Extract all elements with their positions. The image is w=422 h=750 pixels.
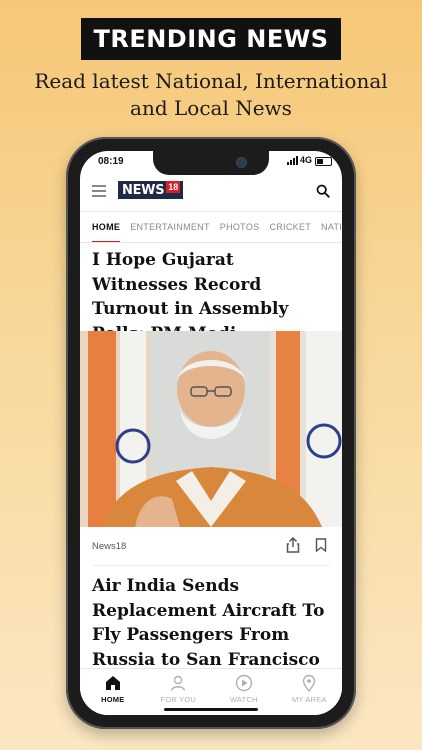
nav-my-area[interactable]: MY AREA (277, 669, 343, 715)
nav-home[interactable]: HOME (80, 669, 146, 715)
trending-news-badge: TRENDING NEWS (81, 18, 341, 60)
category-tabs: HOME ENTERTAINMENT PHOTOS CRICKET NATION (80, 212, 342, 243)
nav-label: FOR YOU (160, 695, 196, 704)
share-icon[interactable] (286, 537, 300, 553)
article-photo[interactable] (80, 331, 342, 527)
battery-icon (315, 157, 332, 166)
article-divider (92, 565, 330, 566)
bookmark-icon[interactable] (315, 538, 327, 552)
subtitle-line-1: Read latest National, International (34, 69, 388, 93)
play-icon (235, 674, 252, 692)
tab-nation[interactable]: NATION (316, 212, 342, 242)
menu-icon[interactable] (92, 185, 106, 197)
phone-notch (153, 151, 269, 175)
logo-number: 18 (166, 181, 181, 193)
phone-frame: 08:19 4G NEWS 18 HOME ENTERTAINMENT PHOT… (66, 137, 356, 729)
location-pin-icon (303, 674, 316, 692)
signal-icon (287, 156, 298, 165)
nav-label: MY AREA (291, 695, 327, 704)
badge-text: TRENDING NEWS (93, 25, 329, 53)
phone-screen: 08:19 4G NEWS 18 HOME ENTERTAINMENT PHOT… (80, 151, 342, 715)
status-time: 08:19 (98, 156, 124, 167)
nav-label: HOME (101, 695, 125, 704)
tab-cricket[interactable]: CRICKET (264, 212, 316, 242)
promo-subtitle: Read latest National, International and … (0, 68, 422, 122)
tab-entertainment[interactable]: ENTERTAINMENT (125, 212, 215, 242)
news18-logo[interactable]: NEWS 18 (118, 181, 184, 199)
nav-label: WATCH (229, 695, 258, 704)
tab-home[interactable]: HOME (80, 212, 125, 242)
network-type: 4G (299, 155, 312, 165)
home-icon (105, 676, 120, 690)
article-headline[interactable]: Air India Sends Replacement Aircraft To … (92, 574, 332, 672)
app-header: NEWS 18 (80, 173, 342, 212)
subtitle-line-2: and Local News (130, 96, 292, 120)
article-source: News18 (92, 541, 127, 552)
camera-icon (236, 157, 247, 168)
logo-word: NEWS (122, 182, 165, 198)
search-icon[interactable] (316, 184, 330, 198)
home-indicator (164, 708, 258, 711)
bottom-navigation: HOME FOR YOU WATCH MY AREA (80, 668, 342, 715)
user-icon (171, 675, 186, 691)
tab-photos[interactable]: PHOTOS (215, 212, 265, 242)
